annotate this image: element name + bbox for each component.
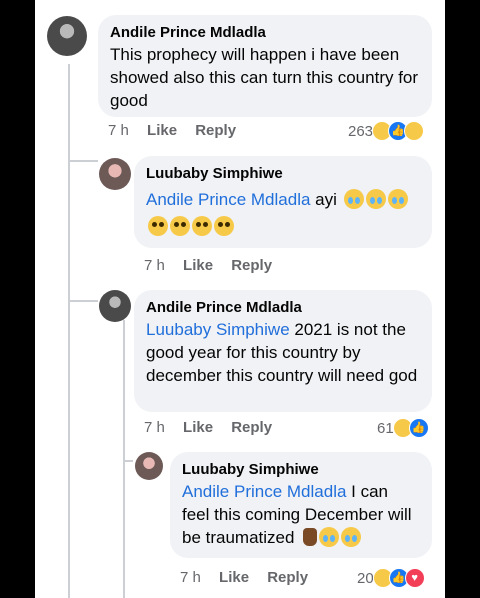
comment-bubble: Andile Prince Mdladla This prophecy will… (98, 15, 432, 117)
comment-text: This prophecy will happen i have been sh… (110, 45, 419, 110)
thread-branch (123, 460, 133, 462)
comment-bubble: Luubaby Simphiwe Andile Prince Mdladla a… (134, 156, 432, 248)
emoji-row (146, 215, 420, 238)
fingers-crossed-icon (303, 528, 318, 546)
comment-text: Andile Prince Mdladla ayi (146, 188, 420, 211)
comment-author[interactable]: Andile Prince Mdladla (146, 298, 420, 318)
reaction-summary[interactable]: 20 👍 ♥ (357, 568, 425, 588)
avatar[interactable] (135, 452, 163, 480)
comment-time[interactable]: 7 h (144, 419, 165, 436)
like-icon: 👍 (408, 418, 429, 438)
like-button[interactable]: Like (183, 419, 213, 436)
pleading-face-icon (148, 216, 168, 236)
reaction-count: 263 (348, 122, 374, 140)
pleading-face-icon (214, 216, 234, 236)
reaction-summary[interactable]: 61 👍 (377, 418, 429, 438)
comment-text: Andile Prince Mdladla I can feel this co… (182, 480, 420, 549)
pleading-face-icon (170, 216, 190, 236)
reaction-summary[interactable]: 263 👍 (348, 121, 425, 141)
thread-line (68, 64, 70, 598)
crying-face-icon (365, 189, 386, 209)
thread-branch (68, 300, 98, 302)
comment-author[interactable]: Luubaby Simphiwe (182, 460, 420, 480)
mention-link[interactable]: Andile Prince Mdladla (146, 190, 310, 209)
comment-bubble: Luubaby Simphiwe Andile Prince Mdladla I… (170, 452, 432, 558)
crying-face-icon (319, 527, 340, 547)
comment-actions: 7 h Like Reply (144, 257, 286, 274)
comment-actions: 7 h Like Reply (108, 122, 250, 139)
avatar[interactable] (99, 290, 131, 322)
like-button[interactable]: Like (147, 122, 177, 139)
reply-button[interactable]: Reply (231, 257, 272, 274)
reply-button[interactable]: Reply (267, 569, 308, 586)
reply-button[interactable]: Reply (231, 419, 272, 436)
reaction-count: 20 (357, 569, 374, 587)
reply-button[interactable]: Reply (195, 122, 236, 139)
comment-actions: 7 h Like Reply (180, 569, 322, 586)
comment-author[interactable]: Andile Prince Mdladla (110, 23, 420, 43)
crying-face-icon (343, 189, 364, 209)
avatar[interactable] (99, 158, 131, 190)
thread-line (123, 320, 125, 598)
crying-face-icon (341, 527, 362, 547)
comment-author[interactable]: Luubaby Simphiwe (146, 164, 420, 184)
comment-text: Luubaby Simphiwe 2021 is not the good ye… (146, 318, 420, 387)
crying-face-icon (387, 189, 408, 209)
mention-link[interactable]: Luubaby Simphiwe (146, 320, 290, 339)
comment-thread: Andile Prince Mdladla This prophecy will… (35, 0, 445, 598)
comment-time[interactable]: 7 h (144, 257, 165, 274)
comment-time[interactable]: 7 h (180, 569, 201, 586)
wow-icon (404, 121, 425, 141)
comment-bubble: Andile Prince Mdladla Luubaby Simphiwe 2… (134, 290, 432, 412)
avatar[interactable] (47, 16, 87, 56)
comment-body: ayi (315, 190, 337, 209)
thread-branch (68, 160, 98, 162)
comment-time[interactable]: 7 h (108, 122, 129, 139)
like-button[interactable]: Like (183, 257, 213, 274)
pleading-face-icon (192, 216, 212, 236)
like-button[interactable]: Like (219, 569, 249, 586)
mention-link[interactable]: Andile Prince Mdladla (182, 482, 346, 501)
reaction-count: 61 (377, 419, 394, 437)
love-icon: ♥ (404, 568, 425, 588)
comment-actions: 7 h Like Reply (144, 419, 286, 436)
